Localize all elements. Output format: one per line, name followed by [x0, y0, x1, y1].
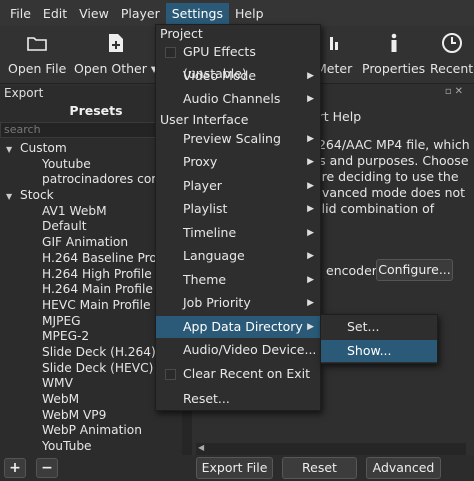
- panel-float-close-icons[interactable]: ▫✕: [445, 86, 466, 97]
- audio-channels-item[interactable]: Audio Channels ▶: [156, 88, 320, 110]
- submenu-arrow-icon: ▶: [307, 298, 314, 308]
- submenu-arrow-icon: ▶: [307, 204, 314, 214]
- app-data-submenu: Set... Show...: [320, 314, 438, 364]
- clear-recent-item[interactable]: Clear Recent on Exit: [156, 363, 320, 385]
- configure-button[interactable]: Configure...: [376, 259, 453, 281]
- menu-help[interactable]: Help: [229, 3, 270, 24]
- gpu-effects-item[interactable]: GPU Effects (unstable): [156, 41, 320, 81]
- add-preset-button[interactable]: +: [4, 458, 26, 478]
- open-file-button[interactable]: Open File: [8, 30, 66, 76]
- submenu-arrow-icon: ▶: [307, 275, 314, 285]
- remove-preset-button[interactable]: −: [36, 458, 58, 478]
- encoder-label: encoder: [326, 263, 377, 278]
- help-text-line: rs and purposes. Choose: [314, 153, 469, 168]
- video-mode-item[interactable]: Video Mode ▶: [156, 65, 320, 87]
- menu-player[interactable]: Player: [115, 3, 166, 24]
- audio-video-device-item[interactable]: Audio/Video Device...: [156, 339, 320, 361]
- submenu-arrow-icon: ▶: [307, 181, 314, 191]
- menu-settings[interactable]: Settings: [165, 2, 229, 24]
- menu-file[interactable]: File: [4, 3, 37, 24]
- preset-item[interactable]: YouTube: [0, 439, 182, 455]
- submenu-arrow-icon: ▶: [307, 228, 314, 238]
- recent-label: Recent: [430, 61, 474, 76]
- help-text-line: alid combination of: [314, 201, 435, 216]
- menu-section-project: Project: [160, 26, 203, 41]
- help-text-line: ore deciding to use the: [314, 169, 459, 184]
- export-file-button[interactable]: Export File: [196, 457, 273, 479]
- folder-icon: [23, 30, 51, 56]
- meter-button[interactable]: Meter: [316, 30, 352, 76]
- submenu-arrow-icon: ▶: [307, 251, 314, 261]
- meter-icon: [320, 30, 348, 56]
- shotcut-window: File Edit View Player Settings Help Open…: [0, 0, 474, 481]
- meter-label: Meter: [316, 61, 353, 76]
- reset-button[interactable]: Reset: [282, 457, 357, 479]
- proxy-item[interactable]: Proxy ▶: [156, 151, 320, 173]
- reset-settings-item[interactable]: Reset...: [156, 388, 320, 410]
- submenu-arrow-icon: ▶: [307, 134, 314, 144]
- show-directory-item[interactable]: Show...: [321, 340, 437, 362]
- player-item[interactable]: Player ▶: [156, 175, 320, 197]
- clock-icon: [438, 30, 466, 56]
- expand-arrow-icon: ▼: [6, 192, 13, 202]
- scroll-left-icon[interactable]: ◀: [198, 443, 204, 452]
- options-h-scrollbar[interactable]: ◀: [196, 443, 466, 455]
- playlist-item[interactable]: Playlist ▶: [156, 198, 320, 220]
- info-icon: [380, 30, 408, 56]
- app-data-directory-item[interactable]: App Data Directory ▶: [156, 316, 320, 338]
- job-priority-item[interactable]: Job Priority ▶: [156, 292, 320, 314]
- timeline-item[interactable]: Timeline ▶: [156, 222, 320, 244]
- help-text-line: dvanced mode does not: [314, 185, 466, 200]
- properties-label: Properties: [362, 61, 426, 76]
- language-item[interactable]: Language ▶: [156, 245, 320, 267]
- preset-item[interactable]: WebP Animation: [0, 423, 182, 439]
- checkbox[interactable]: [165, 47, 176, 58]
- menu-bar: File Edit View Player Settings Help: [0, 0, 474, 26]
- open-file-label: Open File: [8, 61, 67, 76]
- menu-section-user-interface: User Interface: [160, 112, 249, 127]
- help-text-line: .264/AAC MP4 file, which: [314, 137, 470, 152]
- theme-item[interactable]: Theme ▶: [156, 269, 320, 291]
- properties-button[interactable]: Properties: [362, 30, 425, 76]
- settings-menu: Project GPU Effects (unstable) Video Mod…: [155, 24, 321, 411]
- export-panel-header: Export: [4, 86, 44, 100]
- set-directory-item[interactable]: Set...: [321, 316, 437, 338]
- recent-button[interactable]: Recent: [430, 30, 473, 76]
- preview-scaling-item[interactable]: Preview Scaling ▶: [156, 128, 320, 150]
- checkbox[interactable]: [165, 369, 176, 380]
- expand-arrow-icon: ▼: [6, 145, 13, 154]
- submenu-arrow-icon: ▶: [307, 71, 314, 81]
- menu-edit[interactable]: Edit: [37, 3, 73, 24]
- advanced-button[interactable]: Advanced: [366, 457, 441, 479]
- menu-view[interactable]: View: [73, 3, 115, 24]
- submenu-arrow-icon: ▶: [307, 157, 314, 167]
- open-other-button[interactable]: Open Other ▾: [74, 30, 157, 76]
- submenu-arrow-icon: ▶: [307, 94, 314, 104]
- submenu-arrow-icon: ▶: [307, 322, 314, 332]
- open-other-label: Open Other ▾: [74, 61, 158, 76]
- export-bottom-bar: + − Export File Reset Advanced: [0, 455, 474, 481]
- file-plus-icon: [102, 30, 130, 56]
